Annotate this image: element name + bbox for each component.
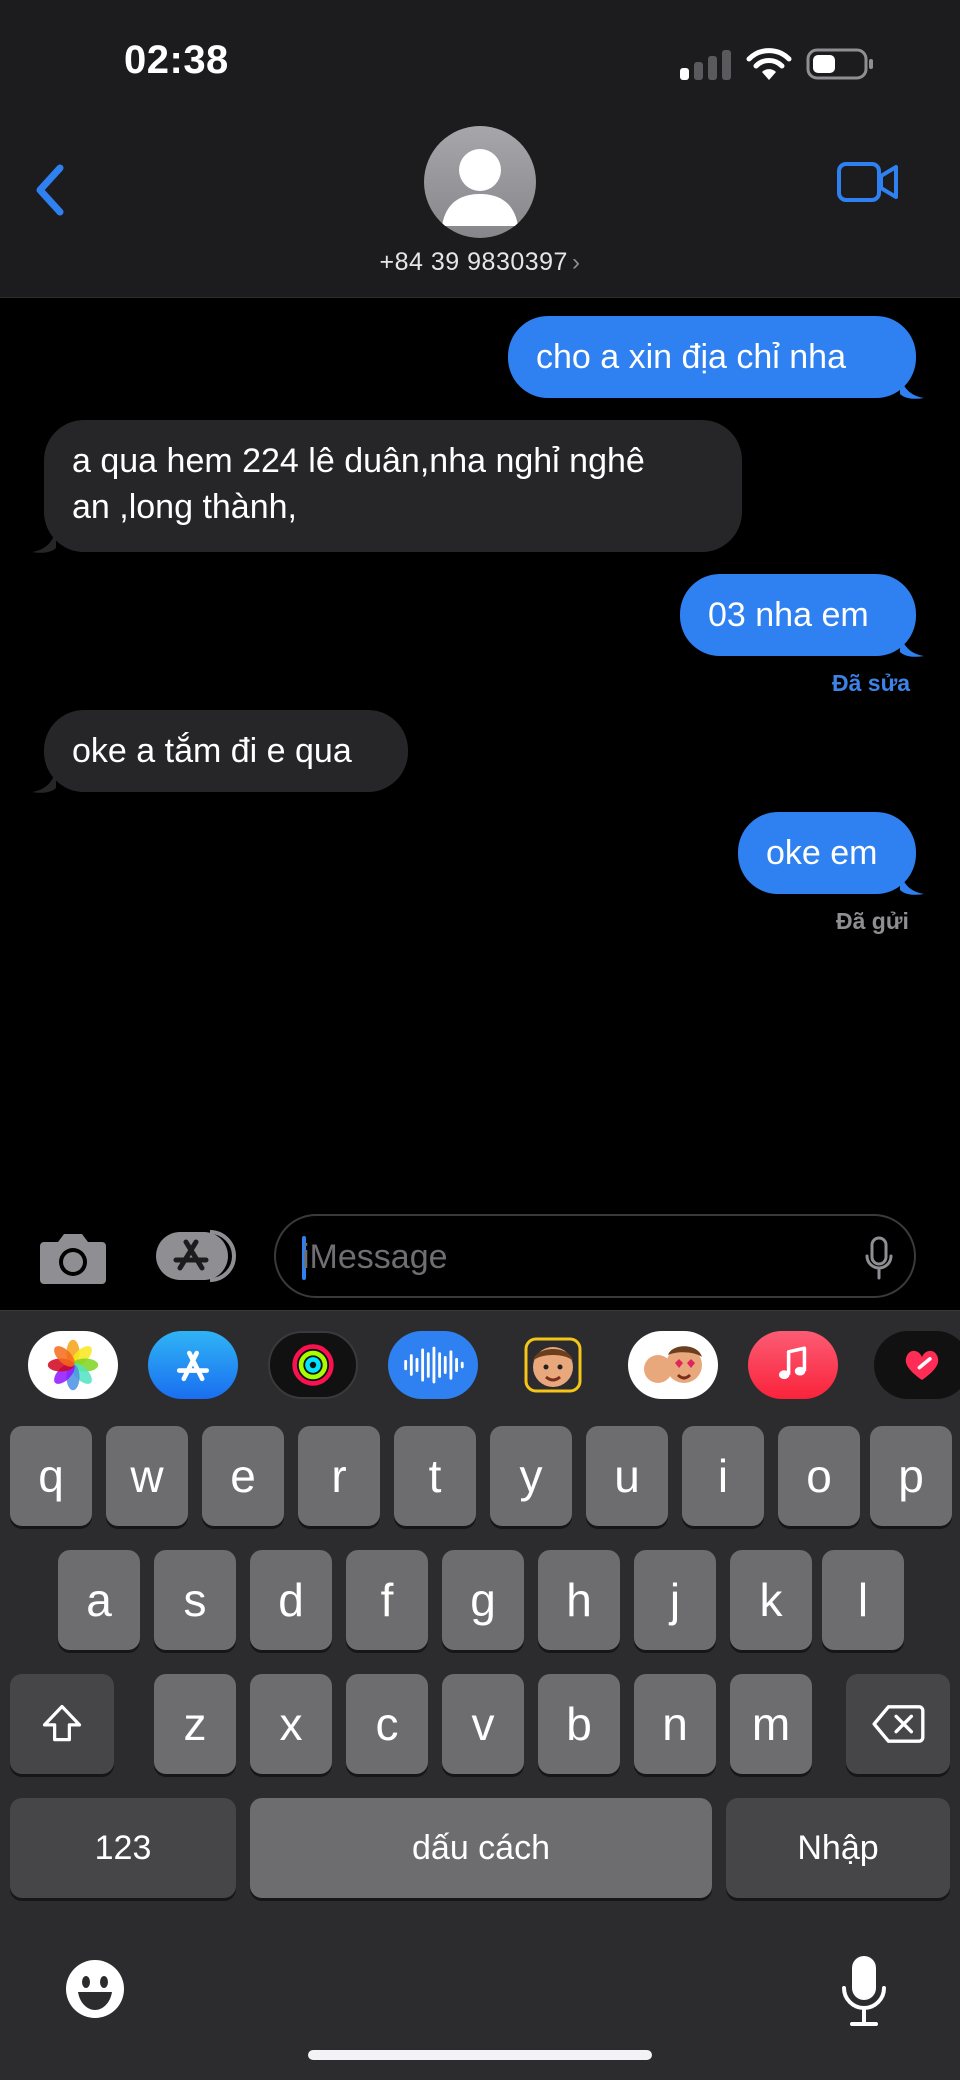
delivered-status: Đã gửi: [836, 908, 909, 934]
wifi-icon: [746, 48, 792, 80]
bubble-tail: [32, 530, 56, 553]
keyboard: q w e r t y u i o p a s d f g h j k l z …: [0, 1416, 960, 2080]
key-a[interactable]: a: [58, 1550, 140, 1650]
activity-rings-icon: [292, 1344, 334, 1386]
edited-status[interactable]: Đã sửa: [832, 670, 910, 697]
key-u[interactable]: u: [586, 1426, 668, 1526]
shift-arrow-icon: [42, 1704, 82, 1742]
key-y[interactable]: y: [490, 1426, 572, 1526]
message-text-line: an ,long thành,: [72, 488, 297, 526]
key-w[interactable]: w: [106, 1426, 188, 1526]
battery-icon: [806, 48, 873, 80]
key-i[interactable]: i: [682, 1426, 764, 1526]
app-store-app-icon[interactable]: [148, 1331, 238, 1399]
key-d[interactable]: d: [250, 1550, 332, 1650]
music-note-icon: [778, 1346, 807, 1380]
shift-key[interactable]: [10, 1674, 114, 1774]
dictation-mic-icon[interactable]: [864, 1236, 894, 1280]
memoji-stickers-icon: [644, 1346, 702, 1383]
memoji-face-icon: [524, 1337, 582, 1393]
key-j[interactable]: j: [634, 1550, 716, 1650]
photos-app-icon[interactable]: [28, 1331, 118, 1399]
key-b[interactable]: b: [538, 1674, 620, 1774]
message-text: oke em: [766, 834, 878, 872]
received-message[interactable]: a qua hem 224 lê duân,nha nghỉ nghê an ,…: [44, 420, 742, 552]
imessage-app-drawer: [0, 1310, 960, 1416]
apps-button[interactable]: [154, 1228, 240, 1284]
key-g[interactable]: g: [442, 1550, 524, 1650]
sent-message[interactable]: cho a xin địa chỉ nha: [508, 316, 916, 398]
key-r[interactable]: r: [298, 1426, 380, 1526]
back-button[interactable]: [28, 160, 78, 220]
photos-flower-icon: [47, 1339, 99, 1391]
activity-app-icon[interactable]: [268, 1331, 358, 1399]
key-h[interactable]: h: [538, 1550, 620, 1650]
key-m[interactable]: m: [730, 1674, 812, 1774]
key-x[interactable]: x: [250, 1674, 332, 1774]
memoji-stickers-app-icon[interactable]: [628, 1331, 718, 1399]
numbers-key[interactable]: 123: [10, 1798, 236, 1898]
person-silhouette-icon: [442, 149, 518, 226]
cellular-signal-icon: [680, 50, 732, 80]
app-store-a-icon: [176, 1350, 210, 1382]
bubble-tail: [900, 376, 924, 399]
contact-avatar[interactable]: [424, 126, 536, 238]
contact-number: +84 39 9830397: [379, 248, 568, 276]
return-key[interactable]: Nhập: [726, 1798, 950, 1898]
key-s[interactable]: s: [154, 1550, 236, 1650]
key-c[interactable]: c: [346, 1674, 428, 1774]
message-text: 03 nha em: [708, 596, 869, 634]
home-indicator[interactable]: [308, 2050, 652, 2060]
key-n[interactable]: n: [634, 1674, 716, 1774]
message-input[interactable]: [302, 1230, 842, 1284]
key-f[interactable]: f: [346, 1550, 428, 1650]
key-l[interactable]: l: [822, 1550, 904, 1650]
status-time: 02:38: [124, 38, 229, 82]
bubble-tail: [900, 872, 924, 895]
message-text-line: a qua hem 224 lê duân,nha nghỉ nghê: [72, 442, 645, 480]
key-o[interactable]: o: [778, 1426, 860, 1526]
key-p[interactable]: p: [870, 1426, 952, 1526]
facetime-video-button[interactable]: [836, 160, 900, 204]
key-e[interactable]: e: [202, 1426, 284, 1526]
key-k[interactable]: k: [730, 1550, 812, 1650]
dictation-button[interactable]: [840, 1954, 888, 2028]
chevron-right-icon: ›: [571, 249, 581, 276]
key-z[interactable]: z: [154, 1674, 236, 1774]
digital-touch-app-icon[interactable]: [874, 1331, 960, 1399]
space-key[interactable]: dấu cách: [250, 1798, 712, 1898]
audio-message-app-icon[interactable]: [388, 1331, 478, 1399]
emoji-keyboard-button[interactable]: [64, 1958, 126, 2020]
message-text: cho a xin địa chỉ nha: [536, 338, 846, 376]
sent-message[interactable]: 03 nha em: [680, 574, 916, 656]
delete-backward-icon: [872, 1705, 925, 1743]
bubble-tail: [32, 770, 56, 793]
sent-message[interactable]: oke em: [738, 812, 916, 894]
heart-touch-icon: [905, 1350, 939, 1380]
message-input-field[interactable]: [274, 1214, 916, 1298]
key-v[interactable]: v: [442, 1674, 524, 1774]
waveform-icon: [404, 1346, 464, 1384]
message-text: oke a tắm đi e qua: [72, 732, 352, 770]
bubble-tail: [900, 634, 924, 657]
backspace-key[interactable]: [846, 1674, 950, 1774]
key-t[interactable]: t: [394, 1426, 476, 1526]
conversation-header: 02:38 +84 39 9830397 ›: [0, 0, 960, 298]
memoji-app-icon[interactable]: [508, 1331, 598, 1399]
camera-button[interactable]: [38, 1228, 108, 1286]
received-message[interactable]: oke a tắm đi e qua: [44, 710, 408, 792]
contact-name-link[interactable]: +84 39 9830397 ›: [0, 248, 960, 277]
music-app-icon[interactable]: [748, 1331, 838, 1399]
key-q[interactable]: q: [10, 1426, 92, 1526]
